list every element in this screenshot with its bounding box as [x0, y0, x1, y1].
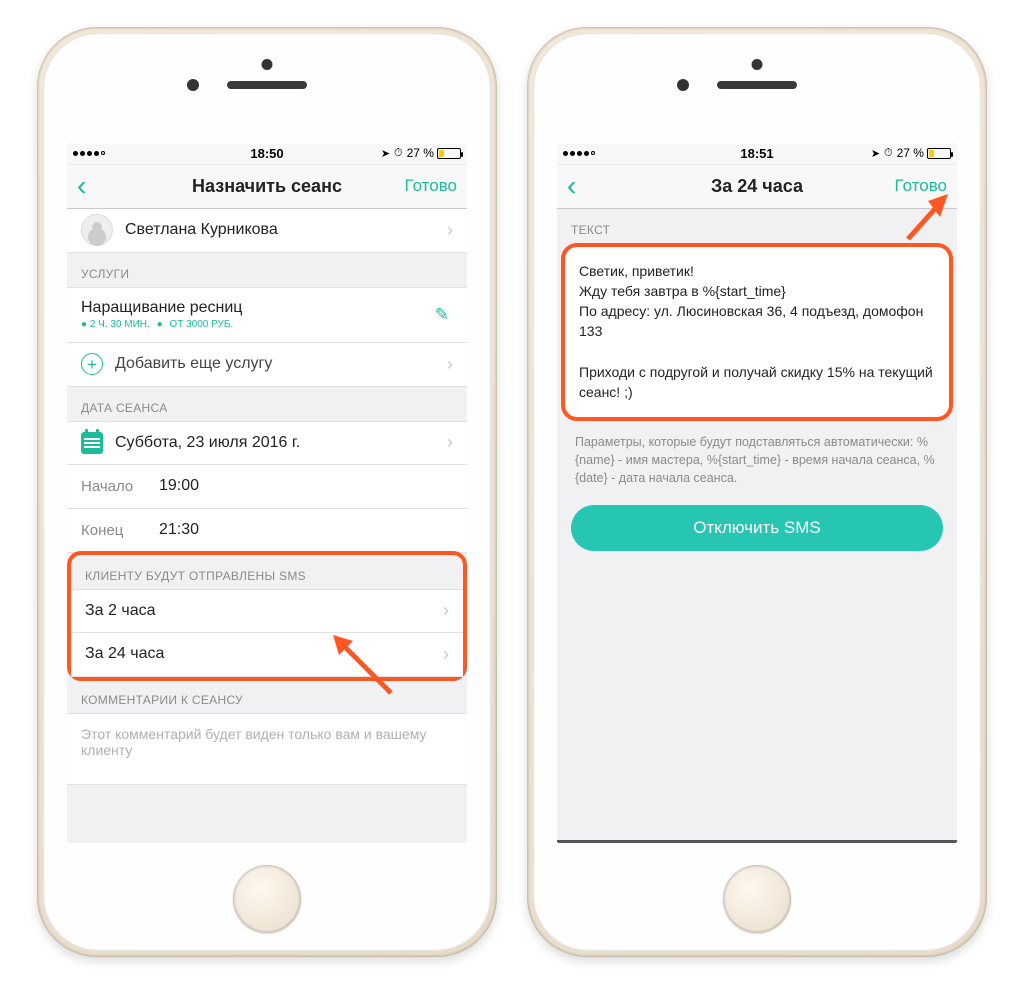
chevron-right-icon: ›: [443, 644, 449, 665]
nav-bar: ‹ Назначить сеанс Готово: [67, 165, 467, 209]
service-row[interactable]: Наращивание ресниц ● 2 Ч. 30 МИН. ● ОТ 3…: [67, 287, 467, 343]
home-button[interactable]: [233, 865, 301, 933]
done-button[interactable]: Готово: [895, 176, 948, 196]
screen-right: 18:51 ➤ ⏱ 27 % ‹ За 24 часа Готово ТЕКСТ…: [557, 143, 957, 843]
status-bar: 18:50 ➤ ⏱ 27 %: [67, 143, 467, 165]
back-button[interactable]: ‹: [567, 172, 607, 200]
client-row[interactable]: Светлана Курникова ›: [67, 209, 467, 253]
home-button[interactable]: [723, 865, 791, 933]
chevron-right-icon: ›: [447, 220, 453, 241]
alarm-icon: ⏱: [394, 147, 403, 160]
plus-icon: +: [81, 353, 103, 375]
phone-right: 18:51 ➤ ⏱ 27 % ‹ За 24 часа Готово ТЕКСТ…: [527, 27, 987, 957]
status-time: 18:50: [202, 146, 331, 161]
service-meta: ● 2 Ч. 30 МИН. ● ОТ 3000 РУБ.: [81, 319, 435, 330]
chevron-right-icon: ›: [447, 432, 453, 453]
chevron-right-icon: ›: [443, 600, 449, 621]
client-name: Светлана Курникова: [125, 221, 278, 239]
edit-icon[interactable]: ✎: [435, 305, 449, 325]
status-bar: 18:51 ➤ ⏱ 27 %: [557, 143, 957, 165]
add-service-row[interactable]: + Добавить еще услугу ›: [67, 343, 467, 387]
date-row[interactable]: Суббота, 23 июля 2016 г. ›: [67, 421, 467, 465]
chevron-right-icon: ›: [447, 354, 453, 375]
screen-left: 18:50 ➤ ⏱ 27 % ‹ Назначить сеанс Готово …: [67, 143, 467, 843]
message-textarea[interactable]: Светик, приветик! Жду тебя завтра в %{st…: [561, 243, 953, 421]
alarm-icon: ⏱: [884, 147, 893, 160]
done-button[interactable]: Готово: [405, 176, 458, 196]
end-time-row[interactable]: Конец 21:30: [67, 509, 467, 553]
location-icon: ➤: [871, 147, 880, 160]
dock-line: [557, 840, 957, 843]
section-services: УСЛУГИ: [67, 253, 467, 287]
battery-percent: 27 %: [897, 146, 924, 160]
avatar-icon: [81, 214, 113, 246]
section-sms: КЛИЕНТУ БУДУТ ОТПРАВЛЕНЫ SMS: [71, 555, 463, 589]
section-comments: КОММЕНТАРИИ К СЕАНСУ: [67, 679, 467, 713]
start-time-row[interactable]: Начало 19:00: [67, 465, 467, 509]
battery-icon: [927, 148, 951, 159]
back-button[interactable]: ‹: [77, 172, 117, 200]
sms-2h-row[interactable]: За 2 часа ›: [71, 589, 463, 633]
location-icon: ➤: [381, 147, 390, 160]
battery-percent: 27 %: [407, 146, 434, 160]
phone-left: 18:50 ➤ ⏱ 27 % ‹ Назначить сеанс Готово …: [37, 27, 497, 957]
section-date: ДАТА СЕАНСА: [67, 387, 467, 421]
sms-highlight: КЛИЕНТУ БУДУТ ОТПРАВЛЕНЫ SMS За 2 часа ›…: [67, 551, 467, 681]
nav-bar: ‹ За 24 часа Готово: [557, 165, 957, 209]
sms-24h-row[interactable]: За 24 часа ›: [71, 633, 463, 677]
section-text: ТЕКСТ: [557, 209, 957, 243]
comment-field[interactable]: Этот комментарий будет виден только вам …: [67, 713, 467, 785]
status-time: 18:51: [692, 146, 821, 161]
battery-icon: [437, 148, 461, 159]
calendar-icon: [81, 432, 103, 454]
service-title: Наращивание ресниц: [81, 299, 435, 317]
help-text: Параметры, которые будут подставляться а…: [557, 421, 957, 489]
disable-sms-button[interactable]: Отключить SMS: [571, 505, 943, 551]
